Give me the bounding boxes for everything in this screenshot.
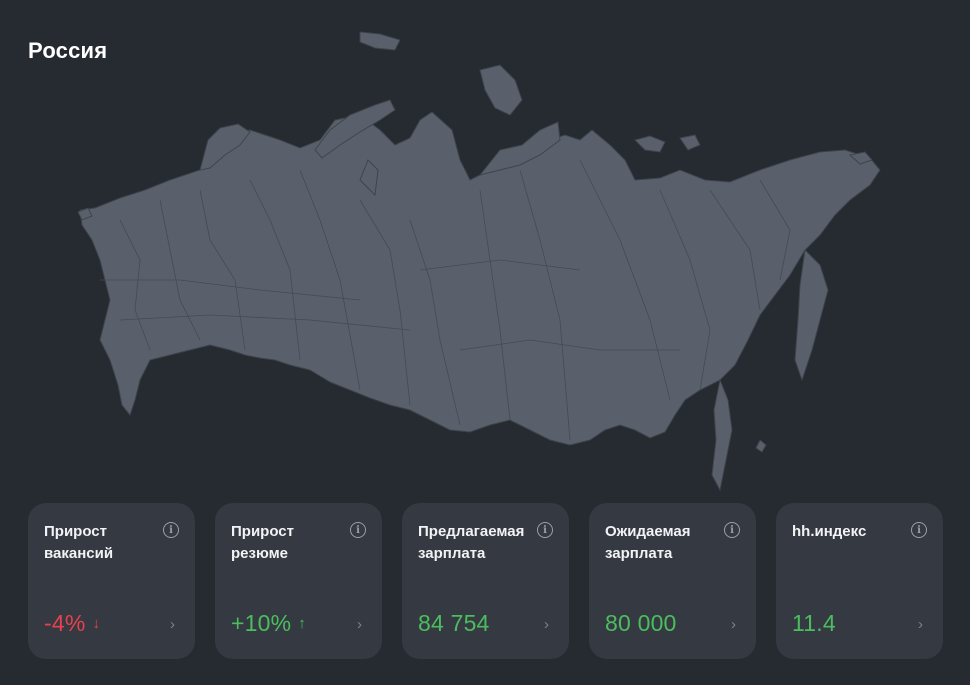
- card-expected-salary[interactable]: Ожидаемая зарплата i 80 000 ›: [589, 503, 756, 659]
- map-region-nsi2: [679, 134, 701, 151]
- card-value: +10%: [231, 610, 292, 636]
- map-region-nsi: [634, 135, 666, 153]
- arrow-down-icon: ↓: [92, 615, 101, 632]
- card-hh-index[interactable]: hh.индекс i 11.4 ›: [776, 503, 943, 659]
- russia-regions-map[interactable]: [60, 20, 900, 505]
- arrow-up-icon: ↑: [298, 615, 306, 632]
- map-region-kurils: [755, 439, 767, 453]
- chevron-right-icon[interactable]: ›: [731, 616, 736, 633]
- card-value: 11.4: [792, 610, 836, 636]
- chevron-right-icon[interactable]: ›: [918, 616, 923, 633]
- info-icon[interactable]: i: [537, 522, 553, 538]
- map-region-sakhalin: [711, 378, 733, 492]
- card-label: Прирост вакансий: [44, 523, 114, 562]
- metrics-cards: Прирост вакансий i -4% ↓ › Прирост резюм…: [28, 503, 943, 659]
- map-region-kamchatka: [794, 248, 829, 382]
- chevron-right-icon[interactable]: ›: [544, 616, 549, 633]
- chevron-right-icon[interactable]: ›: [170, 616, 175, 633]
- map-region-franz-josef: [359, 31, 401, 51]
- card-value: 80 000: [605, 610, 677, 636]
- card-offered-salary[interactable]: Предлагаемая зарплата i 84 754 ›: [402, 503, 569, 659]
- card-label: Ожидаемая зарплата: [605, 523, 691, 562]
- info-icon[interactable]: i: [911, 522, 927, 538]
- card-label: Предлагаемая зарплата: [418, 523, 525, 562]
- map-region-main: [79, 111, 881, 446]
- info-icon[interactable]: i: [350, 522, 366, 538]
- card-label: hh.индекс: [792, 523, 867, 540]
- card-vacancy-growth[interactable]: Прирост вакансий i -4% ↓ ›: [28, 503, 195, 659]
- card-value: -4%: [44, 610, 86, 636]
- info-icon[interactable]: i: [724, 522, 740, 538]
- chevron-right-icon[interactable]: ›: [357, 616, 362, 633]
- info-icon[interactable]: i: [163, 522, 179, 538]
- card-value: 84 754: [418, 610, 490, 636]
- map-region-severnaya-zemlya: [479, 64, 523, 116]
- card-label: Прирост резюме: [231, 523, 294, 562]
- card-resume-growth[interactable]: Прирост резюме i +10% ↑ ›: [215, 503, 382, 659]
